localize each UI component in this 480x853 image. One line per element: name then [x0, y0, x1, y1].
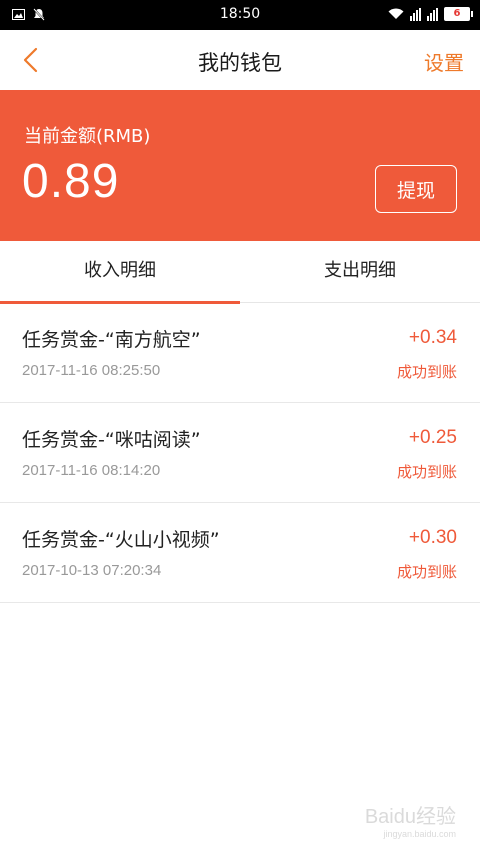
watermark-sub: jingyan.baidu.com [383, 829, 456, 839]
battery-icon: 6 [444, 7, 473, 21]
transaction-list: 任务赏金-“南方航空” 2017-11-16 08:25:50 +0.34 成功… [0, 303, 480, 603]
transaction-amount: +0.25 [408, 427, 457, 448]
transaction-amount: +0.30 [408, 527, 457, 548]
transaction-amount: +0.34 [408, 327, 457, 348]
watermark-text: Baidu经验 [364, 806, 456, 828]
page-title: 我的钱包 [198, 51, 282, 75]
watermark: Baidu经验 jingyan.baidu.com [365, 800, 456, 839]
transaction-name: 任务赏金-“南方航空” [22, 329, 201, 351]
wifi-icon [388, 8, 404, 19]
balance-card: 当前金额(RMB) 0.89 提现 [0, 90, 480, 241]
status-bar: 18:50 6 [0, 0, 480, 30]
settings-button[interactable]: 设置 [424, 47, 464, 76]
transaction-status: 成功到账 [396, 563, 457, 581]
status-right-icons: 6 [388, 7, 473, 21]
list-item[interactable]: 任务赏金-“南方航空” 2017-11-16 08:25:50 +0.34 成功… [0, 303, 480, 403]
transaction-status: 成功到账 [396, 363, 457, 381]
list-item[interactable]: 任务赏金-“火山小视频” 2017-10-13 07:20:34 +0.30 成… [0, 503, 480, 603]
transaction-time: 2017-11-16 08:25:50 [22, 362, 161, 379]
back-chevron-icon[interactable] [18, 46, 46, 74]
withdraw-button[interactable]: 提现 [375, 165, 457, 213]
list-item[interactable]: 任务赏金-“咪咕阅读” 2017-11-16 08:14:20 +0.25 成功… [0, 403, 480, 503]
balance-label: 当前金额(RMB) [24, 126, 151, 147]
transaction-name: 任务赏金-“咪咕阅读” [22, 429, 201, 451]
tab-bar: 收入明细 支出明细 [0, 241, 480, 304]
transaction-status: 成功到账 [396, 463, 457, 481]
tab-expense[interactable]: 支出明细 [240, 241, 480, 303]
transaction-name: 任务赏金-“火山小视频” [22, 529, 220, 551]
transaction-time: 2017-11-16 08:14:20 [22, 462, 161, 479]
transaction-time: 2017-10-13 07:20:34 [22, 562, 162, 579]
tab-income[interactable]: 收入明细 [0, 241, 240, 304]
balance-amount: 0.89 [22, 155, 120, 208]
signal-icon-2 [427, 7, 438, 21]
nav-bar: 我的钱包 设置 [0, 30, 480, 90]
signal-icon [410, 7, 421, 21]
